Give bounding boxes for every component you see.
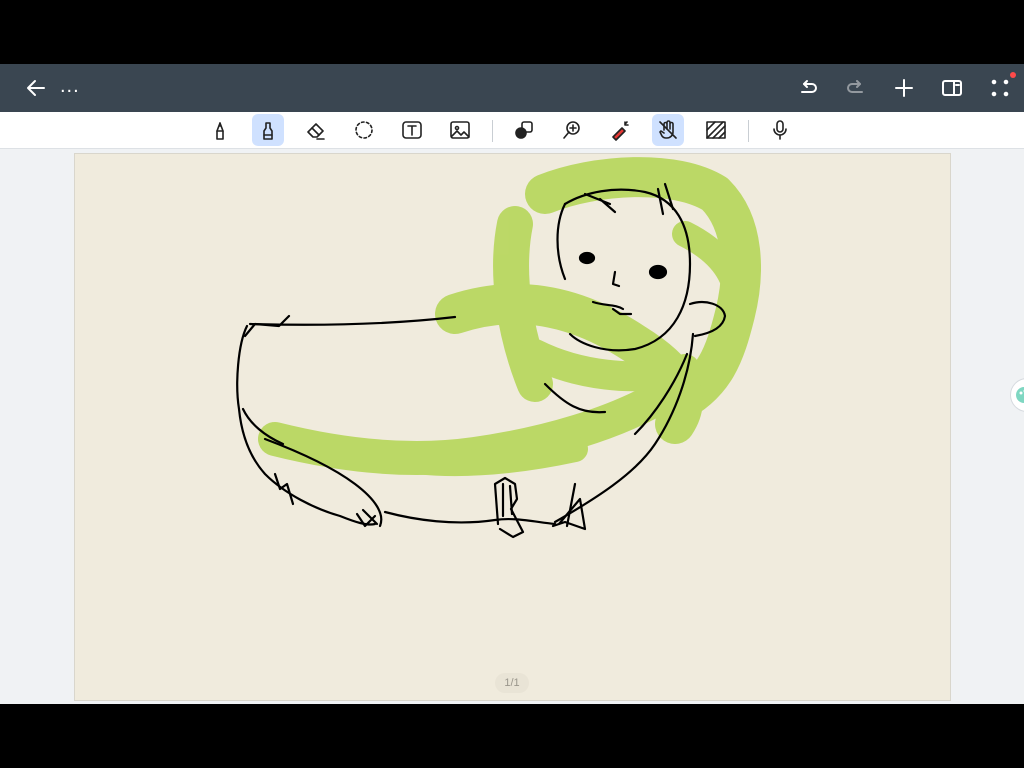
- redo-icon: [847, 80, 863, 93]
- eraser-tool[interactable]: [300, 114, 332, 146]
- laser-pointer-icon: [612, 121, 629, 141]
- lasso-icon: [355, 121, 373, 139]
- toolbar: [0, 112, 1024, 149]
- text-tool[interactable]: [396, 114, 428, 146]
- eraser-icon: [307, 123, 325, 140]
- canvas-workspace[interactable]: 1/1: [0, 149, 1024, 704]
- page-title[interactable]: ...: [60, 76, 80, 96]
- palette-icon: [1016, 387, 1024, 403]
- toolbar-divider: [492, 120, 493, 142]
- hand-off-icon: [659, 120, 677, 139]
- status-bar: [0, 0, 1024, 64]
- image-icon: [450, 121, 470, 139]
- zoom-in-icon: [563, 121, 580, 139]
- side-panel-button[interactable]: [936, 72, 968, 104]
- image-tool[interactable]: [444, 114, 476, 146]
- text-box-icon: [402, 121, 422, 139]
- navigation-bar: [0, 704, 1024, 768]
- redo-button[interactable]: [840, 72, 872, 104]
- side-drawer-handle[interactable]: [1010, 378, 1024, 412]
- notification-dot: [1010, 72, 1016, 78]
- hatch-pattern-icon: [706, 121, 726, 139]
- app-bar: ...: [0, 64, 1024, 112]
- laser-tool[interactable]: [604, 114, 636, 146]
- side-panel-icon: [942, 80, 962, 96]
- undo-button[interactable]: [792, 72, 824, 104]
- highlighter-tool[interactable]: [252, 114, 284, 146]
- highlighter-icon: [263, 122, 273, 140]
- plus-icon: [895, 79, 913, 97]
- sketch-drawing: [236, 157, 761, 539]
- pen-tool[interactable]: [204, 114, 236, 146]
- add-button[interactable]: [888, 72, 920, 104]
- page-indicator: 1/1: [495, 673, 529, 693]
- highlighter-strokes: [258, 157, 761, 477]
- zoom-tool[interactable]: [556, 114, 588, 146]
- pattern-tool[interactable]: [700, 114, 732, 146]
- toolbar-divider: [748, 120, 749, 142]
- note-page[interactable]: 1/1: [74, 153, 951, 701]
- lasso-tool[interactable]: [348, 114, 380, 146]
- record-audio-button[interactable]: [764, 114, 796, 146]
- pen-icon: [216, 122, 224, 140]
- shapes-tool[interactable]: [508, 114, 540, 146]
- hand-writing-mode-toggle[interactable]: [652, 114, 684, 146]
- undo-icon: [801, 80, 817, 93]
- shapes-icon: [515, 121, 533, 139]
- arrow-left-icon: [27, 80, 45, 96]
- microphone-icon: [773, 120, 787, 140]
- back-button[interactable]: [20, 72, 52, 104]
- grid-dots-icon: [991, 79, 1009, 97]
